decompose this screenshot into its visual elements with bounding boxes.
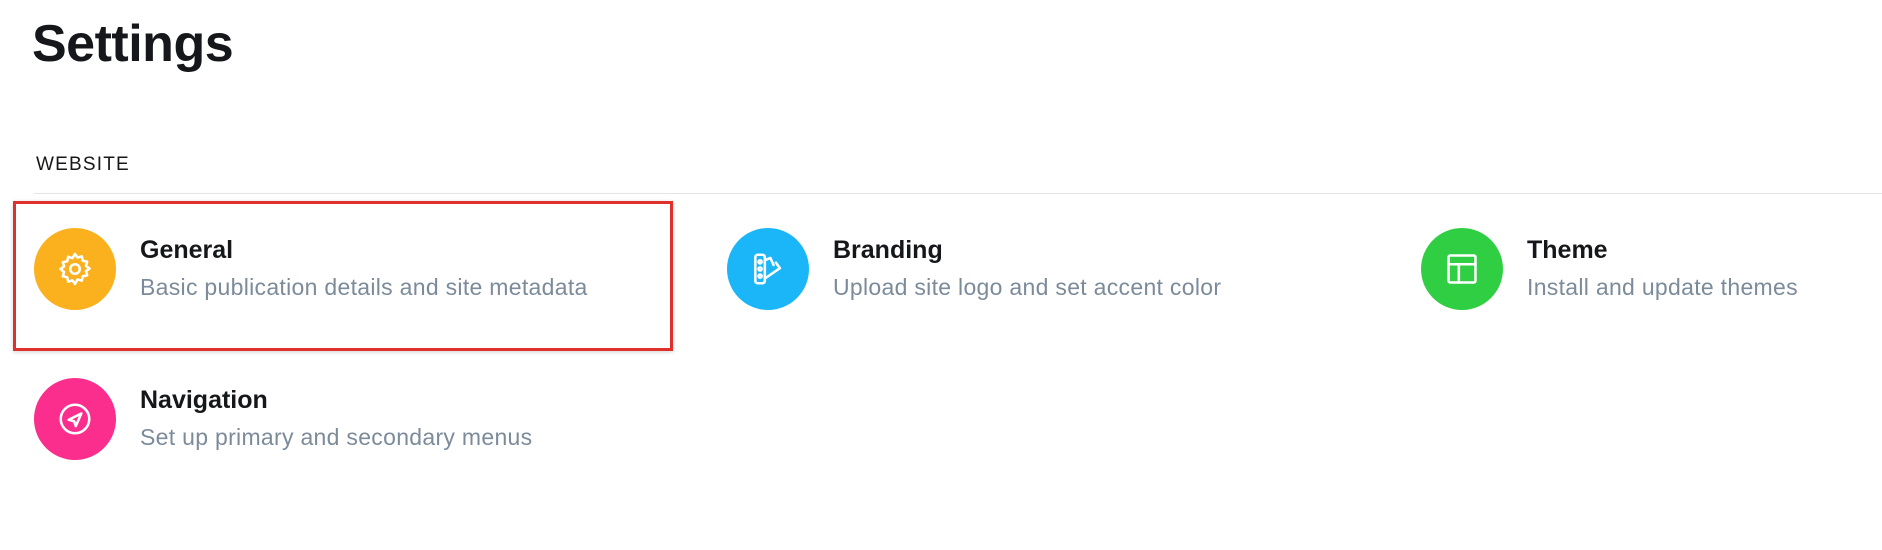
- setting-item-title: Branding: [833, 236, 943, 264]
- setting-item-description: Basic publication details and site metad…: [140, 274, 588, 300]
- setting-item-branding[interactable]: Branding Upload site logo and set accent…: [727, 228, 1221, 310]
- gear-icon: [34, 228, 116, 310]
- setting-item-text: Navigation Set up primary and secondary …: [140, 384, 532, 454]
- page-title: Settings: [32, 15, 234, 73]
- section-divider: [34, 193, 1882, 194]
- layout-icon: [1421, 228, 1503, 310]
- setting-item-text: General Basic publication details and si…: [140, 234, 588, 304]
- setting-item-description: Upload site logo and set accent color: [833, 274, 1222, 300]
- navigation-icon: [34, 378, 116, 460]
- setting-item-navigation[interactable]: Navigation Set up primary and secondary …: [34, 378, 532, 460]
- setting-item-text: Theme Install and update themes: [1527, 234, 1798, 304]
- setting-item-general[interactable]: General Basic publication details and si…: [34, 228, 588, 310]
- setting-item-title: Theme: [1527, 236, 1608, 264]
- setting-item-title: General: [140, 236, 234, 264]
- setting-item-title: Navigation: [140, 386, 268, 414]
- section-title: WEBSITE: [36, 154, 130, 175]
- setting-item-text: Branding Upload site logo and set accent…: [833, 234, 1221, 304]
- setting-item-theme[interactable]: Theme Install and update themes: [1421, 228, 1798, 310]
- palette-icon: [727, 228, 809, 310]
- setting-item-description: Install and update themes: [1527, 274, 1798, 300]
- settings-page: Settings WEBSITE General Basic publicati…: [0, 0, 1882, 550]
- setting-item-description: Set up primary and secondary menus: [140, 424, 533, 450]
